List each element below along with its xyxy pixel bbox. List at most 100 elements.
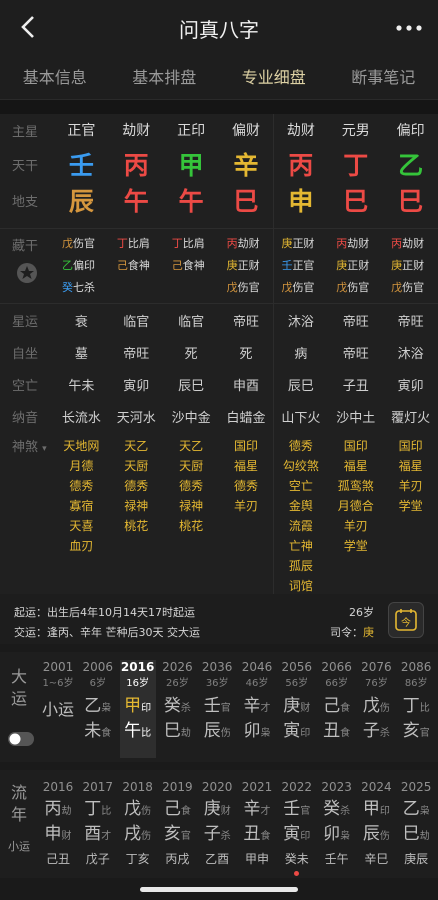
dayun-column[interactable]: 2076 76岁 戊伤 子杀 [358,660,394,745]
canggan-item: 乙偏印 [62,255,109,277]
dayun-column[interactable]: 2066 66岁 己食 丑食 [319,660,355,745]
liunian-column[interactable]: 2025 乙枭 巳劫 庚辰 [398,780,434,867]
kongwang-cell: 寅卯 [123,378,150,394]
dayun-branch-char: 巳 [163,721,181,741]
liunian-column[interactable]: 2018 戊伤 戌伤 丁亥 [120,780,156,867]
dizhi-cell: 辰 [68,187,94,216]
xingyun-cell: 帝旺 [233,314,260,330]
tiangan-cell: 甲 [178,151,204,180]
liunian-stem: 甲印 [358,798,394,823]
tab-notes[interactable]: 断事笔记 [329,56,438,99]
liunian-stem-char: 甲 [362,799,380,819]
canggan-shishen: 正财 [292,237,315,250]
canggan-cell: 丁比肩 己食神 [164,233,219,299]
dizhi-cell: 巳 [398,187,424,216]
canggan-stem: 壬 [281,259,293,272]
liunian-column[interactable]: 2021 辛才 丑食 甲申 [239,780,275,867]
home-bar [0,878,438,900]
liunian-branch-char: 子 [203,824,221,844]
dayun-stem-char: 癸 [163,696,181,716]
label-zizuo: 自坐 [12,346,39,362]
label-nayin: 纳音 [12,410,39,426]
shensha-item: 天乙 [124,439,149,453]
dayun-age: 26岁 [166,678,189,689]
row-canggan: 藏干 戊伤官 乙偏印 癸七杀 丁比肩 己食神 丁比肩 己食神 丙劫财 庚正财 戊伤官 庚正财 壬正官戊… [0,229,438,303]
liunian-column[interactable]: 2022 壬官 寅印 癸未 [279,780,315,876]
column-divider [273,114,275,594]
dayun-year: 2026 [162,660,193,674]
liunian-branch-char: 酉 [84,824,102,844]
canggan-shishen: 劫财 [347,237,370,250]
tab-professional[interactable]: 专业细盘 [219,56,329,99]
dayun-column[interactable]: 2056 56岁 庚财 寅印 [279,660,315,745]
canggan-cell: 戊伤官 乙偏印 癸七杀 [54,233,109,299]
nayin-cell: 白蜡金 [226,410,266,426]
jiaoyun-text: 交运：逢丙、辛年 芒种后30天 交大运 [14,626,200,639]
dayun-branch-char: 午 [124,721,142,741]
dayun-column[interactable]: 2001 1~6岁 小运 [40,660,76,721]
liunian-year: 2025 [400,780,432,794]
dayun-stem-shishen: 才 [260,703,271,714]
toggle-switch[interactable] [8,732,34,746]
liunian-branch-char: 亥 [163,824,181,844]
dayun-column[interactable]: 2046 46岁 辛才 卯枭 [239,660,275,745]
liunian-column[interactable]: 2024 甲印 辰伤 辛巳 [358,780,394,867]
canggan-shishen: 食神 [127,259,150,272]
canggan-item: 庚正财 [227,255,274,277]
dayun-column[interactable]: 2006 6岁 乙枭 未食 [80,660,116,745]
canggan-item: 庚正财 [336,255,383,277]
liunian-stem-shishen: 比 [101,806,112,817]
nayin-cell: 沙中土 [336,410,376,426]
label-shensha[interactable]: 神煞 ▾ [0,436,54,455]
canggan-stem: 己 [116,259,128,272]
liunian-section: 流年 小运 2016 丙劫 申财 己丑 2017 丁比 酉才 戊子 2018 戊伤 戌伤 丁亥 2019… [0,770,438,880]
calendar-button[interactable]: 今 [388,602,424,638]
dayun-column[interactable]: 2026 26岁 癸杀 巳劫 [159,660,195,745]
zizuo-cell: 沐浴 [397,346,424,362]
liunian-column[interactable]: 2016 丙劫 申财 己丑 [40,780,76,867]
liunian-year: 2024 [361,780,392,794]
liunian-column[interactable]: 2023 癸杀 卯枭 壬午 [319,780,355,867]
dayun-stem-shishen: 枭 [101,703,112,714]
liunian-column[interactable]: 2019 己食 亥官 丙戌 [159,780,195,867]
home-indicator[interactable] [140,887,298,892]
shensha-item: 月德 [69,459,94,473]
canggan-item: 丁比肩 [172,233,219,255]
dayun-branch-shishen: 枭 [260,728,271,739]
shensha-cell: 国印 福星 德秀 羊刃 [219,436,274,596]
dropdown-icon: ▾ [42,444,47,454]
canggan-cell: 丙劫财 庚正财 戊伤官 [219,233,274,299]
shensha-item: 国印 [398,439,423,453]
canggan-shishen: 食神 [182,259,205,272]
canggan-stem: 戊 [336,281,348,294]
dayun-column[interactable]: 2036 36岁 壬官 辰伤 [199,660,235,745]
page-title: 问真八字 [179,18,259,42]
dayun-column[interactable]: 2016 16岁 甲印 午比 [119,660,156,758]
dayun-branch-shishen: 食 [101,728,112,739]
zizuo-cell: 死 [239,346,253,362]
tab-basic-info[interactable]: 基本信息 [0,56,110,99]
tab-basic-chart[interactable]: 基本排盘 [110,56,220,99]
canggan-cell: 丙劫财 庚正财 戊伤官 [383,233,438,299]
shensha-item: 福星 [398,459,423,473]
liunian-stem-shishen: 劫 [61,806,72,817]
dayun-branch-shishen: 伤 [220,728,231,739]
canggan-cell: 丁比肩 己食神 [109,233,164,299]
dayun-stem-shishen: 伤 [379,703,390,714]
more-icon[interactable] [394,16,424,40]
dayun-stem-char: 甲 [124,696,142,716]
liunian-branch-shishen: 枭 [340,831,351,842]
liunian-column[interactable]: 2017 丁比 酉才 戊子 [80,780,116,867]
shensha-item: 孤鸾煞 [337,479,374,493]
dayun-branch-shishen: 官 [419,728,430,739]
shensha-item: 德秀 [69,479,94,493]
canggan-item: 己食神 [172,255,219,277]
liunian-column[interactable]: 2020 庚财 子杀 乙酉 [199,780,235,867]
star-toggle-icon[interactable] [16,262,38,284]
dayun-column[interactable]: 2086 86岁 丁比 亥官 [398,660,434,745]
dayun-stem: 丁比 [398,695,434,720]
dayun-branch: 未食 [80,720,116,745]
dayun-stem: 辛才 [239,695,275,720]
canggan-shishen: 劫财 [237,237,260,250]
dayun-year: 2076 [361,660,392,674]
